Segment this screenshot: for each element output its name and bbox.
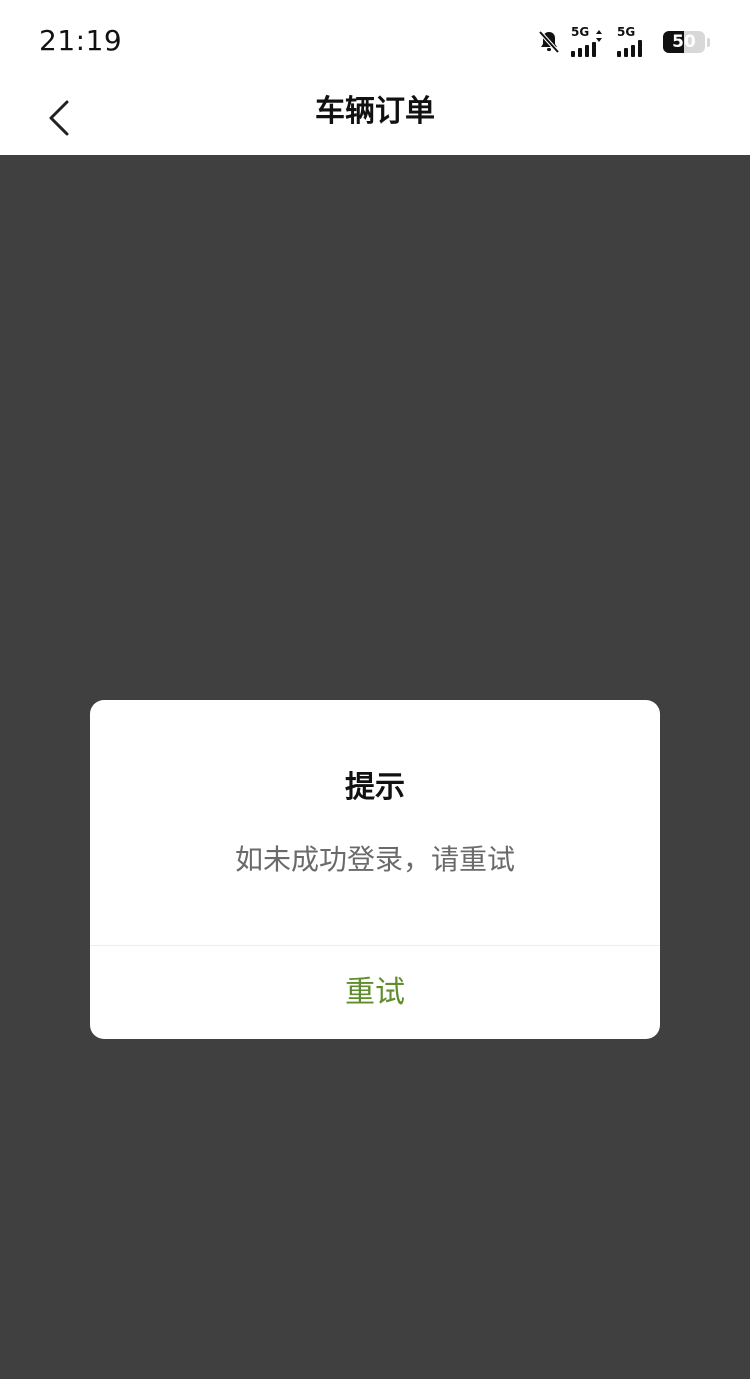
signal-icon: 5G (571, 25, 607, 57)
battery-level: 50 (672, 32, 696, 52)
dialog-message: 如未成功登录，请重试 (234, 843, 515, 876)
data-arrows-icon (595, 27, 603, 46)
alert-dialog: 提示 如未成功登录，请重试 重试 (90, 700, 660, 1039)
network-type-label: 5G (571, 25, 590, 39)
nav-bar: 车辆订单 (0, 80, 750, 155)
battery-icon: 50 (663, 31, 705, 53)
back-button[interactable] (30, 88, 90, 148)
signal-icon: 5G (617, 25, 653, 57)
chevron-left-icon (45, 98, 75, 138)
dialog-title: 提示 (345, 770, 405, 805)
status-icons: 5G 5G 50 (537, 25, 710, 58)
battery-tip (707, 37, 710, 47)
status-bar: 21:19 5G 5G 50 (0, 0, 750, 80)
bell-mute-icon (537, 29, 561, 55)
retry-button[interactable]: 重试 (90, 946, 660, 1039)
screen: 21:19 5G 5G 50 车辆订单 提示 如未成功登录，请重试 重试 (0, 0, 750, 1379)
network-type-label: 5G (617, 25, 636, 39)
page-title: 车辆订单 (315, 94, 435, 129)
status-time: 21:19 (39, 24, 123, 57)
